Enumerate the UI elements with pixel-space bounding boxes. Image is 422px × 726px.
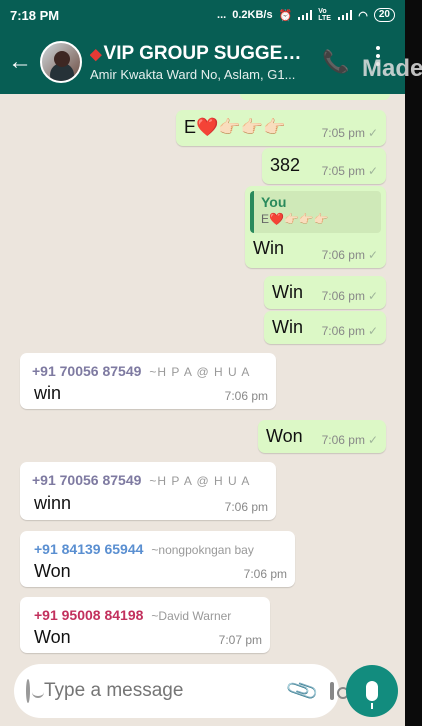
outgoing-message[interactable]: 382 7:05 pm ✓ (262, 148, 386, 184)
message-time: 7:06 pm (321, 324, 365, 338)
message-input[interactable] (44, 680, 289, 702)
network-speed: 0.2KB/s (232, 9, 273, 21)
sender-number[interactable]: +91 70056 87549 (32, 472, 141, 488)
sent-tick-icon: ✓ (367, 164, 378, 178)
sender-alias: ~H P A @ H U A (149, 474, 251, 488)
message-text: Won (34, 561, 71, 581)
volte-label: Vo LTE (318, 8, 331, 22)
group-avatar[interactable] (40, 41, 82, 83)
message-time: 7:07 pm (218, 633, 262, 647)
sent-tick-icon: ✓ (367, 433, 378, 447)
notification-dots: ... (217, 9, 227, 21)
message-text: win (34, 383, 62, 403)
alarm-icon: ⏰ (278, 9, 293, 22)
sender-alias: ~David Warner (151, 609, 232, 623)
sent-tick-icon: ✓ (367, 289, 378, 303)
chat-screen: 7:18 PM ... 0.2KB/s ⏰ Vo LTE ◠ 20 ← ◆ VIP… (0, 0, 405, 726)
sender-number[interactable]: +91 84139 65944 (34, 541, 143, 557)
message-text: Won (34, 627, 71, 647)
sender-alias: ~nongpokngan bay (151, 543, 254, 557)
back-arrow-icon[interactable]: ← (0, 30, 40, 94)
message-text: Won (266, 426, 303, 446)
quoted-message[interactable]: You E❤️👉🏻👉🏻👉🏻 (250, 191, 381, 233)
outgoing-message[interactable]: Won 7:06 pm ✓ (258, 420, 386, 453)
emoji-icon[interactable] (26, 679, 44, 703)
group-name: VIP GROUP SUGGES... (103, 42, 310, 64)
message-text: winn (34, 493, 72, 513)
sent-tick-icon: ✓ (367, 324, 378, 338)
battery-indicator: 20 (373, 8, 395, 22)
status-time: 7:18 PM (10, 7, 60, 23)
outgoing-message[interactable]: Win 7:06 pm ✓ (264, 311, 386, 344)
chat-title-block[interactable]: ◆ VIP GROUP SUGGES... Amir Kwakta Ward No… (90, 43, 310, 82)
signal-icon-2 (338, 10, 353, 20)
add-call-icon[interactable]: 📞 (322, 49, 349, 75)
message-text: Win (253, 238, 284, 258)
voice-message-button[interactable] (346, 665, 398, 717)
incoming-message[interactable]: +91 84139 65944 ~nongpokngan bay Won 7:06… (20, 531, 295, 587)
quote-author: You (261, 194, 287, 210)
signal-icon (298, 10, 313, 20)
message-time: 7:05 pm (321, 164, 365, 178)
sent-tick-icon: ✓ (367, 248, 378, 262)
more-options-icon[interactable] (376, 46, 380, 66)
message-time: 7:06 pm (224, 500, 268, 514)
outgoing-message[interactable]: E❤️👉🏻👉🏻👉🏻 7:05 pm ✓ (176, 110, 386, 146)
quote-text: E❤️👉🏻👉🏻👉🏻 (261, 212, 329, 226)
message-time: 7:06 pm (321, 289, 365, 303)
outgoing-reply-message[interactable]: You E❤️👉🏻👉🏻👉🏻 Win 7:06 pm ✓ (245, 186, 386, 268)
microphone-icon (366, 681, 378, 709)
message-text: 382 (270, 155, 301, 175)
wifi-icon: ◠ (358, 9, 368, 22)
sender-number[interactable]: +91 70056 87549 (32, 363, 141, 379)
incoming-message[interactable]: +91 70056 87549 ~H P A @ H U A win 7:06 p… (20, 353, 276, 409)
diamond-icon: ◆ (90, 45, 102, 63)
message-time: 7:06 pm (321, 248, 365, 262)
outgoing-message[interactable]: Win 7:06 pm ✓ (264, 276, 386, 309)
screen-edge (405, 0, 422, 726)
incoming-message[interactable]: +91 95008 84198 ~David Warner Won 7:07 pm (20, 597, 270, 653)
sender-alias: ~H P A @ H U A (149, 365, 251, 379)
message-time: 7:05 pm (321, 126, 365, 140)
attachment-icon[interactable]: 📎 (284, 673, 321, 709)
status-bar: 7:18 PM ... 0.2KB/s ⏰ Vo LTE ◠ 20 (0, 0, 405, 30)
incoming-message[interactable]: +91 70056 87549 ~H P A @ H U A winn 7:06 … (20, 462, 276, 520)
group-members: Amir Kwakta Ward No, Aslam, G1... (90, 66, 296, 82)
sender-number[interactable]: +91 95008 84198 (34, 607, 143, 623)
message-list[interactable]: E❤️👉🏻👉🏻👉🏻 7:05 pm ✓ 382 7:05 pm ✓ You E❤️👉… (0, 94, 405, 654)
sent-tick-icon: ✓ (367, 126, 378, 140)
message-time: 7:06 pm (243, 567, 287, 581)
message-text: Win (272, 282, 303, 302)
chat-header: ← ◆ VIP GROUP SUGGES... Amir Kwakta Ward … (0, 30, 405, 94)
message-composer[interactable]: 📎 (14, 664, 350, 718)
camera-icon[interactable] (330, 682, 350, 700)
message-text: E❤️👉🏻👉🏻👉🏻 (184, 117, 286, 137)
message-text: Win (272, 317, 303, 337)
message-time: 7:06 pm (224, 389, 268, 403)
message-time: 7:06 pm (321, 433, 365, 447)
